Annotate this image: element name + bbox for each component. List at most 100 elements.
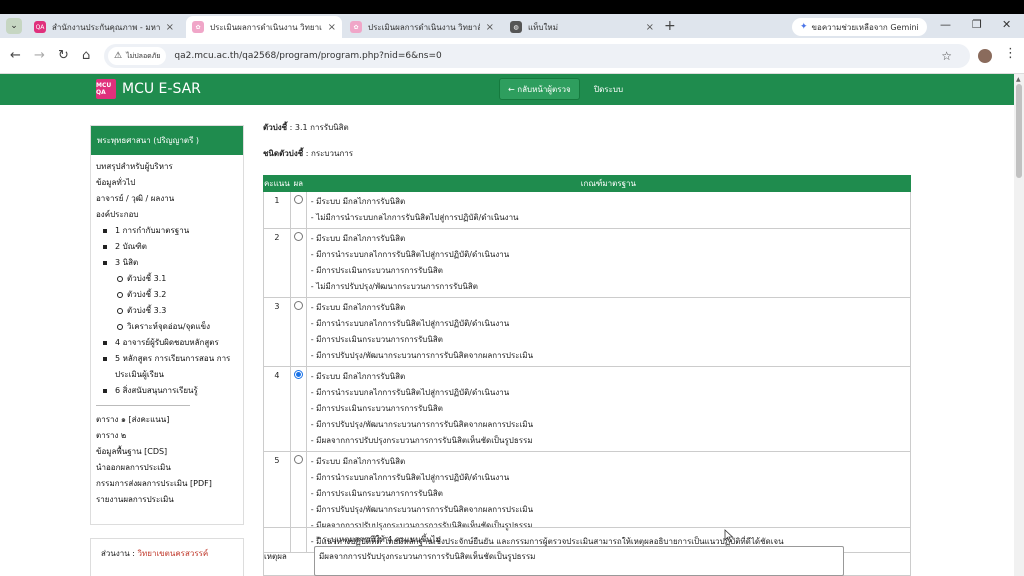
reason-label: เหตุผล [264, 552, 287, 561]
sidebar-item-indicator-3-1[interactable]: ตัวบ่งชี้ 3.1 [117, 271, 243, 287]
criteria-line: - มีระบบ มีกลไกการรับนิสิต [310, 372, 406, 381]
new-tab-button[interactable]: + [664, 18, 676, 34]
indicator-type-value: : กระบวนการ [305, 149, 354, 158]
sidebar-item-component-3[interactable]: 3 นิสิต [103, 255, 243, 271]
score-4-radio[interactable] [293, 370, 303, 379]
unit-value: วิทยาเขตนครสวรรค์ [137, 549, 209, 558]
close-tab-icon[interactable]: × [646, 22, 654, 33]
tab-title: ประเมินผลการดำเนินงาน วิทยาเขตนค [210, 22, 322, 32]
sidebar-link-exec-summary[interactable]: บทสรุปสำหรับผู้บริหาร [91, 159, 243, 175]
tab-title: สำนักงานประกันคุณภาพ - มหาวิทยาลั [52, 22, 160, 32]
criteria-line: - มีการประเมินกระบวนการการรับนิสิต [310, 489, 443, 498]
close-system-link[interactable]: ปิดระบบ [594, 83, 623, 96]
criteria-column-header: เกณฑ์มาตรฐาน [305, 175, 912, 192]
sidebar-item-swot[interactable]: วิเคราะห์จุดอ่อน/จุดแข็ง [117, 319, 243, 335]
close-tab-icon[interactable]: × [486, 22, 494, 33]
home-icon[interactable]: ⌂ [82, 48, 90, 63]
address-bar[interactable]: ⚠ ไม่ปลอดภัย qa2.mcu.ac.th/qa2568/progra… [104, 44, 970, 68]
sidebar-link-general-info[interactable]: ข้อมูลทั่วไป [91, 175, 243, 191]
score-cell: 3 [263, 297, 291, 367]
security-indicator[interactable]: ⚠ ไม่ปลอดภัย [108, 47, 167, 65]
sidebar-link-table-1[interactable]: ตาราง ๑ [ส่งคะแนน] [91, 412, 243, 428]
criteria-line: - มีการนำระบบกลไกการรับนิสิตไปสู่การปฏิบ… [310, 473, 510, 482]
criteria-line: - มีการปรับปรุง/พัฒนากระบวนการการรับนิสิ… [310, 420, 534, 429]
indicator-line: ตัวบ่งชี้ : 3.1 การรับนิสิต [263, 122, 911, 134]
table-row: 4 - มีระบบ มีกลไกการรับนิสิต - มีการนำระ… [263, 366, 912, 452]
page-scrollbar[interactable]: ▲ [1014, 74, 1024, 576]
url-text[interactable]: qa2.mcu.ac.th/qa2568/program/program.php… [174, 51, 441, 61]
site-brand[interactable]: MCU QA MCU E-SAR [96, 79, 201, 99]
reason-note: * ระบุเหตุผลกรณีให้ 4 คะแนนขึ้นไป [316, 535, 441, 544]
sidebar-item-component-5[interactable]: 5 หลักสูตร การเรียนการสอน การประเมินผู้เ… [103, 351, 237, 383]
profile-avatar[interactable] [978, 49, 992, 63]
tab-search-button[interactable]: ⌄ [6, 18, 22, 34]
criteria-line: - มีการนำระบบกลไกการรับนิสิตไปสู่การปฏิบ… [310, 388, 510, 397]
sidebar-item-component-6[interactable]: 6 สิ่งสนับสนุนการเรียนรู้ [103, 383, 243, 399]
criteria-line: - มีการประเมินกระบวนการการรับนิสิต [310, 266, 443, 275]
scroll-up-icon[interactable]: ▲ [1016, 76, 1021, 83]
menu-dots-icon[interactable]: ⋮ [1004, 46, 1017, 61]
reason-textarea[interactable]: มีผลจากการปรับปรุงกระบวนการการรับนิสิตเห… [314, 546, 844, 576]
page-favicon-icon: ✿ [350, 21, 362, 33]
criteria-line: - มีระบบ มีกลไกการรับนิสิต [310, 457, 406, 466]
score-2-radio[interactable] [293, 232, 303, 241]
score-1-radio[interactable] [293, 195, 303, 204]
sidebar-item-component-1[interactable]: 1 การกำกับมาตรฐาน [103, 223, 243, 239]
criteria-line: - มีการนำระบบกลไกการรับนิสิตไปสู่การปฏิบ… [310, 319, 510, 328]
criteria-line: - มีการประเมินกระบวนการการรับนิสิต [310, 335, 443, 344]
back-arrow-icon[interactable]: ← [10, 48, 21, 63]
page-favicon-icon: ✿ [192, 21, 204, 33]
reload-icon[interactable]: ↻ [58, 48, 69, 63]
indicator-type-line: ชนิดตัวบ่งชี้ : กระบวนการ [263, 148, 911, 160]
browser-toolbar: ← → ↻ ⌂ ⚠ ไม่ปลอดภัย qa2.mcu.ac.th/qa256… [0, 38, 1024, 74]
sidebar-program-header[interactable]: พระพุทธศาสนา (ปริญญาตรี ) [91, 126, 243, 155]
sidebar-link-table-2[interactable]: ตาราง ๒ [91, 428, 243, 444]
browser-tab-2-active[interactable]: ✿ ประเมินผลการดำเนินงาน วิทยาเขตนค × [186, 16, 342, 38]
sidebar-link-faculty[interactable]: อาจารย์ / วุฒิ / ผลงาน [91, 191, 243, 207]
gemini-sparkle-icon: ✦ [800, 22, 808, 32]
close-tab-icon[interactable]: × [166, 22, 174, 33]
browser-tab-3[interactable]: ✿ ประเมินผลการดำเนินงาน วิทยาลัยสงฆ × [344, 16, 500, 38]
sidebar-link-components[interactable]: องค์ประกอบ [91, 207, 243, 223]
table-row: 3 - มีระบบ มีกลไกการรับนิสิต - มีการนำระ… [263, 297, 912, 367]
forward-arrow-icon[interactable]: → [34, 48, 45, 63]
criteria-line: - ไม่มีการนำระบบกลไกการรับนิสิตไปสู่การป… [310, 213, 519, 222]
sidebar-item-indicator-3-3[interactable]: ตัวบ่งชี้ 3.3 [117, 303, 243, 319]
back-to-reviewer-button[interactable]: ← กลับหน้าผู้ตรวจ [499, 78, 580, 100]
sidebar: พระพุทธศาสนา (ปริญญาตรี ) บทสรุปสำหรับผู… [90, 125, 244, 525]
sidebar-item-component-2[interactable]: 2 บัณฑิต [103, 239, 243, 255]
sidebar-link-export[interactable]: นำออกผลการประเมิน [91, 460, 243, 476]
minimize-icon[interactable]: — [940, 18, 951, 31]
score-cell: 2 [263, 228, 291, 298]
criteria-line: - มีการปรับปรุง/พัฒนากระบวนการการรับนิสิ… [310, 505, 534, 514]
gemini-button[interactable]: ✦ ขอความช่วยเหลือจาก Gemini [792, 18, 927, 36]
sidebar-link-cds[interactable]: ข้อมูลพื้นฐาน [CDS] [91, 444, 243, 460]
sidebar-item-component-4[interactable]: 4 อาจารย์ผู้รับผิดชอบหลักสูตร [103, 335, 243, 351]
bookmark-star-icon[interactable]: ☆ [941, 49, 952, 63]
unit-label: ส่วนงาน : [101, 549, 135, 558]
brand-name: MCU E-SAR [122, 81, 201, 97]
sidebar-item-indicator-3-2[interactable]: ตัวบ่งชี้ 3.2 [117, 287, 243, 303]
tab-title: แท็บใหม่ [528, 22, 558, 32]
table-row: 1 - มีระบบ มีกลไกการรับนิสิต - ไม่มีการน… [263, 191, 912, 229]
browser-tab-1[interactable]: QA สำนักงานประกันคุณภาพ - มหาวิทยาลั × [28, 16, 180, 38]
score-5-radio[interactable] [293, 455, 303, 464]
score-cell: 1 [263, 191, 291, 229]
score-3-radio[interactable] [293, 301, 303, 310]
sidebar-link-committee-pdf[interactable]: กรรมการส่งผลการประเมิน [PDF] [91, 476, 243, 492]
close-window-icon[interactable]: ✕ [1002, 18, 1011, 31]
scrollbar-thumb[interactable] [1016, 84, 1022, 178]
criteria-table: คะแนน ผล เกณฑ์มาตรฐาน 1 - มีระบบ มีกลไกก… [263, 175, 912, 553]
browser-tab-4[interactable]: ◍ แท็บใหม่ × [504, 16, 660, 38]
unit-box: ส่วนงาน : วิทยาเขตนครสวรรค์ [90, 538, 244, 576]
sidebar-link-report[interactable]: รายงานผลการประเมิน [91, 492, 243, 508]
qa-favicon-icon: QA [34, 21, 46, 33]
criteria-line: - ไม่มีการปรับปรุง/พัฒนากระบวนการการรับน… [310, 282, 478, 291]
result-column-header: ผล [289, 175, 307, 192]
browser-tab-strip: ⌄ QA สำนักงานประกันคุณภาพ - มหาวิทยาลั ×… [0, 14, 1024, 38]
score-column-header: คะแนน [263, 175, 291, 192]
close-tab-icon[interactable]: × [328, 22, 336, 33]
web-page: MCU QA MCU E-SAR ← กลับหน้าผู้ตรวจ ปิดระ… [0, 74, 1014, 576]
maximize-icon[interactable]: ❐ [972, 18, 982, 31]
score-cell: 4 [263, 366, 291, 452]
